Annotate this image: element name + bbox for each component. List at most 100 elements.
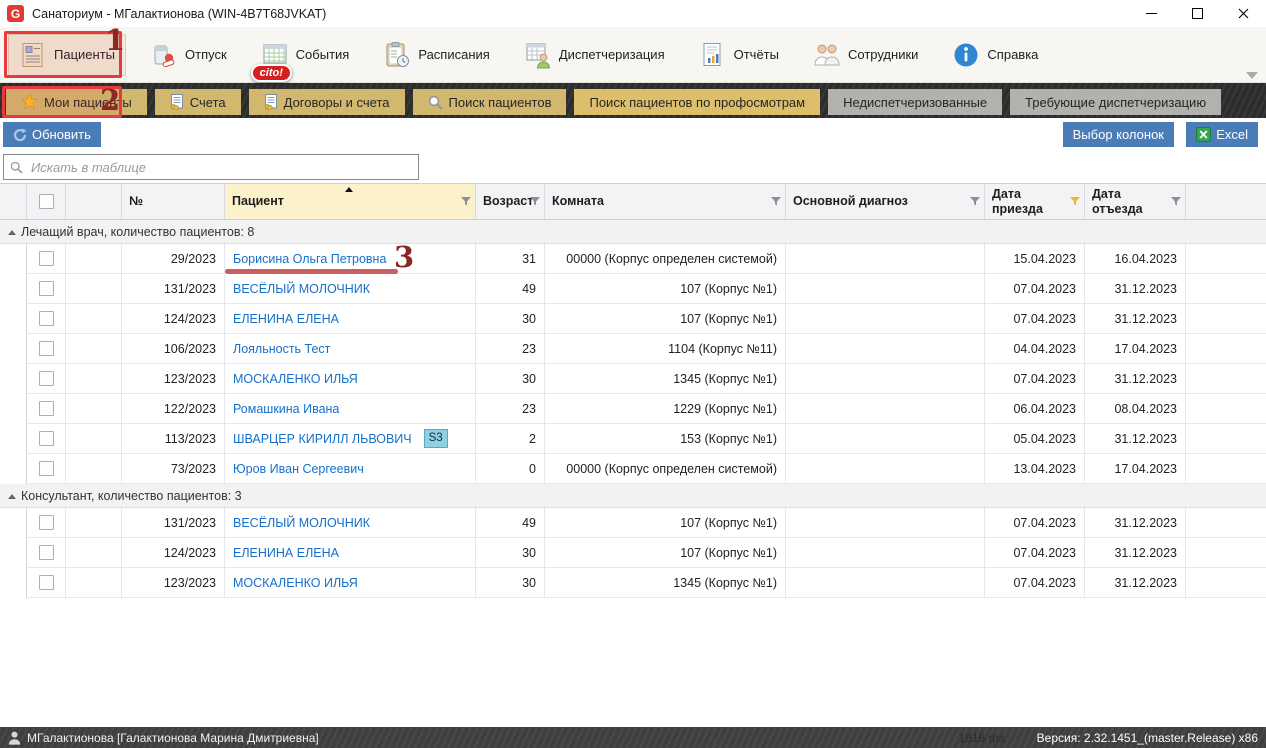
row-checkbox-cell[interactable] [27,274,66,304]
col-header-diagnosis[interactable]: Основной диагноз [786,184,985,219]
checkbox[interactable] [39,281,54,296]
checkbox[interactable] [39,194,54,209]
row-diagnosis [786,274,985,304]
tab-requiring-dispatch[interactable]: Требующие диспетчеризацию [1010,89,1221,115]
collapse-icon[interactable] [8,494,16,499]
checkbox[interactable] [39,311,54,326]
row-number: 123/2023 [122,364,225,394]
row-arrival: 07.04.2023 [985,304,1085,334]
row-arrival: 04.04.2023 [985,334,1085,364]
vacation-icon [150,41,178,69]
filter-icon[interactable] [530,197,541,207]
checkbox[interactable] [39,575,54,590]
minimize-button[interactable] [1128,0,1174,27]
row-checkbox-cell[interactable] [27,538,66,568]
row-checkbox-cell[interactable] [27,304,66,334]
patient-link[interactable]: Ромашкина Ивана [233,402,339,416]
row-checkbox-cell[interactable] [27,508,66,538]
toolbar-button-patients[interactable]: Пациенты [8,34,126,76]
close-icon [1238,8,1249,19]
table-row: 124/2023 ЕЛЕНИНА ЕЛЕНА 30 107 (Корпус №1… [0,538,1266,568]
checkbox[interactable] [39,461,54,476]
row-diagnosis [786,538,985,568]
toolbar-button-staff[interactable]: Сотрудники [803,35,928,75]
table-search-box[interactable] [3,154,419,180]
row-arrival: 07.04.2023 [985,538,1085,568]
toolbar-button-reports[interactable]: Отчёты [689,35,789,75]
row-checkbox-cell[interactable] [27,364,66,394]
row-checkbox-cell[interactable] [27,244,66,274]
patient-link[interactable]: Юров Иван Сергеевич [233,462,364,476]
patient-link[interactable]: МОСКАЛЕНКО ИЛЬЯ [233,372,358,386]
checkbox[interactable] [39,545,54,560]
tab-my-patients[interactable]: Мои пациенты [6,89,147,115]
col-header-age[interactable]: Возраст [476,184,545,219]
toolbar-overflow-icon[interactable] [1246,72,1258,79]
table-row: 131/2023 ВЕСЁЛЫЙ МОЛОЧНИК 49 107 (Корпус… [0,508,1266,538]
row-departure: 31.12.2023 [1085,508,1186,538]
row-number: 123/2023 [122,568,225,598]
row-checkbox-cell[interactable] [27,454,66,484]
filter-icon-active[interactable] [1070,197,1081,207]
maximize-button[interactable] [1174,0,1220,27]
toolbar-button-help[interactable]: Справка [942,35,1048,75]
patient-link[interactable]: Лояльность Тест [233,342,330,356]
filter-icon[interactable] [1171,197,1182,207]
group-row-consultant[interactable]: Консультант, количество пациентов: 3 [0,484,1266,508]
patient-link[interactable]: ЕЛЕНИНА ЕЛЕНА [233,312,339,326]
row-departure: 31.12.2023 [1085,304,1186,334]
patients-icon [19,41,47,69]
toolbar-button-dispatch[interactable]: Диспетчеризация [514,35,675,75]
filter-icon[interactable] [970,197,981,207]
row-age: 30 [476,304,545,334]
toolbar-button-events[interactable]: События cito! [251,35,360,75]
column-chooser-button[interactable]: Выбор колонок [1063,122,1174,147]
row-room: 1345 (Корпус №1) [545,568,786,598]
row-diagnosis [786,424,985,454]
row-arrival: 07.04.2023 [985,508,1085,538]
col-header-arrival[interactable]: Дата приезда [985,184,1085,219]
patient-link[interactable]: ЕЛЕНИНА ЕЛЕНА [233,546,339,560]
header-empty [66,184,122,219]
checkbox[interactable] [39,515,54,530]
row-checkbox-cell[interactable] [27,568,66,598]
refresh-button[interactable]: Обновить [3,122,101,147]
tab-undispatched[interactable]: Недиспетчеризованные [828,89,1002,115]
tab-invoices[interactable]: Счета [155,89,241,115]
header-indent [0,184,27,219]
row-checkbox-cell[interactable] [27,394,66,424]
row-room: 107 (Корпус №1) [545,508,786,538]
collapse-icon[interactable] [8,230,16,235]
filter-icon[interactable] [461,197,472,207]
toolbar-button-vacation[interactable]: Отпуск [140,35,237,75]
col-header-patient[interactable]: Пациент [225,184,476,219]
excel-export-button[interactable]: Excel [1186,122,1258,147]
row-checkbox-cell[interactable] [27,334,66,364]
col-header-num[interactable]: № [122,184,225,219]
toolbar-button-schedules[interactable]: Расписания [373,35,499,75]
checkbox[interactable] [39,401,54,416]
table-search-input[interactable] [29,156,418,178]
group-row-attending[interactable]: Лечащий врач, количество пациентов: 8 [0,220,1266,244]
patient-link[interactable]: МОСКАЛЕНКО ИЛЬЯ [233,576,358,590]
row-diagnosis [786,334,985,364]
patient-link[interactable]: Борисина Ольга Петровна [233,252,386,266]
checkbox[interactable] [39,341,54,356]
checkbox[interactable] [39,431,54,446]
checkbox[interactable] [39,251,54,266]
tab-checkup-search[interactable]: Поиск пациентов по профосмотрам [574,89,820,115]
col-header-departure[interactable]: Дата отъезда [1085,184,1186,219]
search-icon [428,95,443,110]
row-checkbox-cell[interactable] [27,424,66,454]
patient-link[interactable]: ШВАРЦЕР КИРИЛЛ ЛЬВОВИЧ [233,432,412,446]
checkbox[interactable] [39,371,54,386]
patient-link[interactable]: ВЕСЁЛЫЙ МОЛОЧНИК [233,282,370,296]
patient-link[interactable]: ВЕСЁЛЫЙ МОЛОЧНИК [233,516,370,530]
tab-contracts[interactable]: Договоры и счета [249,89,405,115]
filter-icon[interactable] [771,197,782,207]
row-room: 153 (Корпус №1) [545,424,786,454]
close-button[interactable] [1220,0,1266,27]
tab-patient-search[interactable]: Поиск пациентов [413,89,567,115]
header-select-all[interactable] [27,184,66,219]
col-header-room[interactable]: Комната [545,184,786,219]
